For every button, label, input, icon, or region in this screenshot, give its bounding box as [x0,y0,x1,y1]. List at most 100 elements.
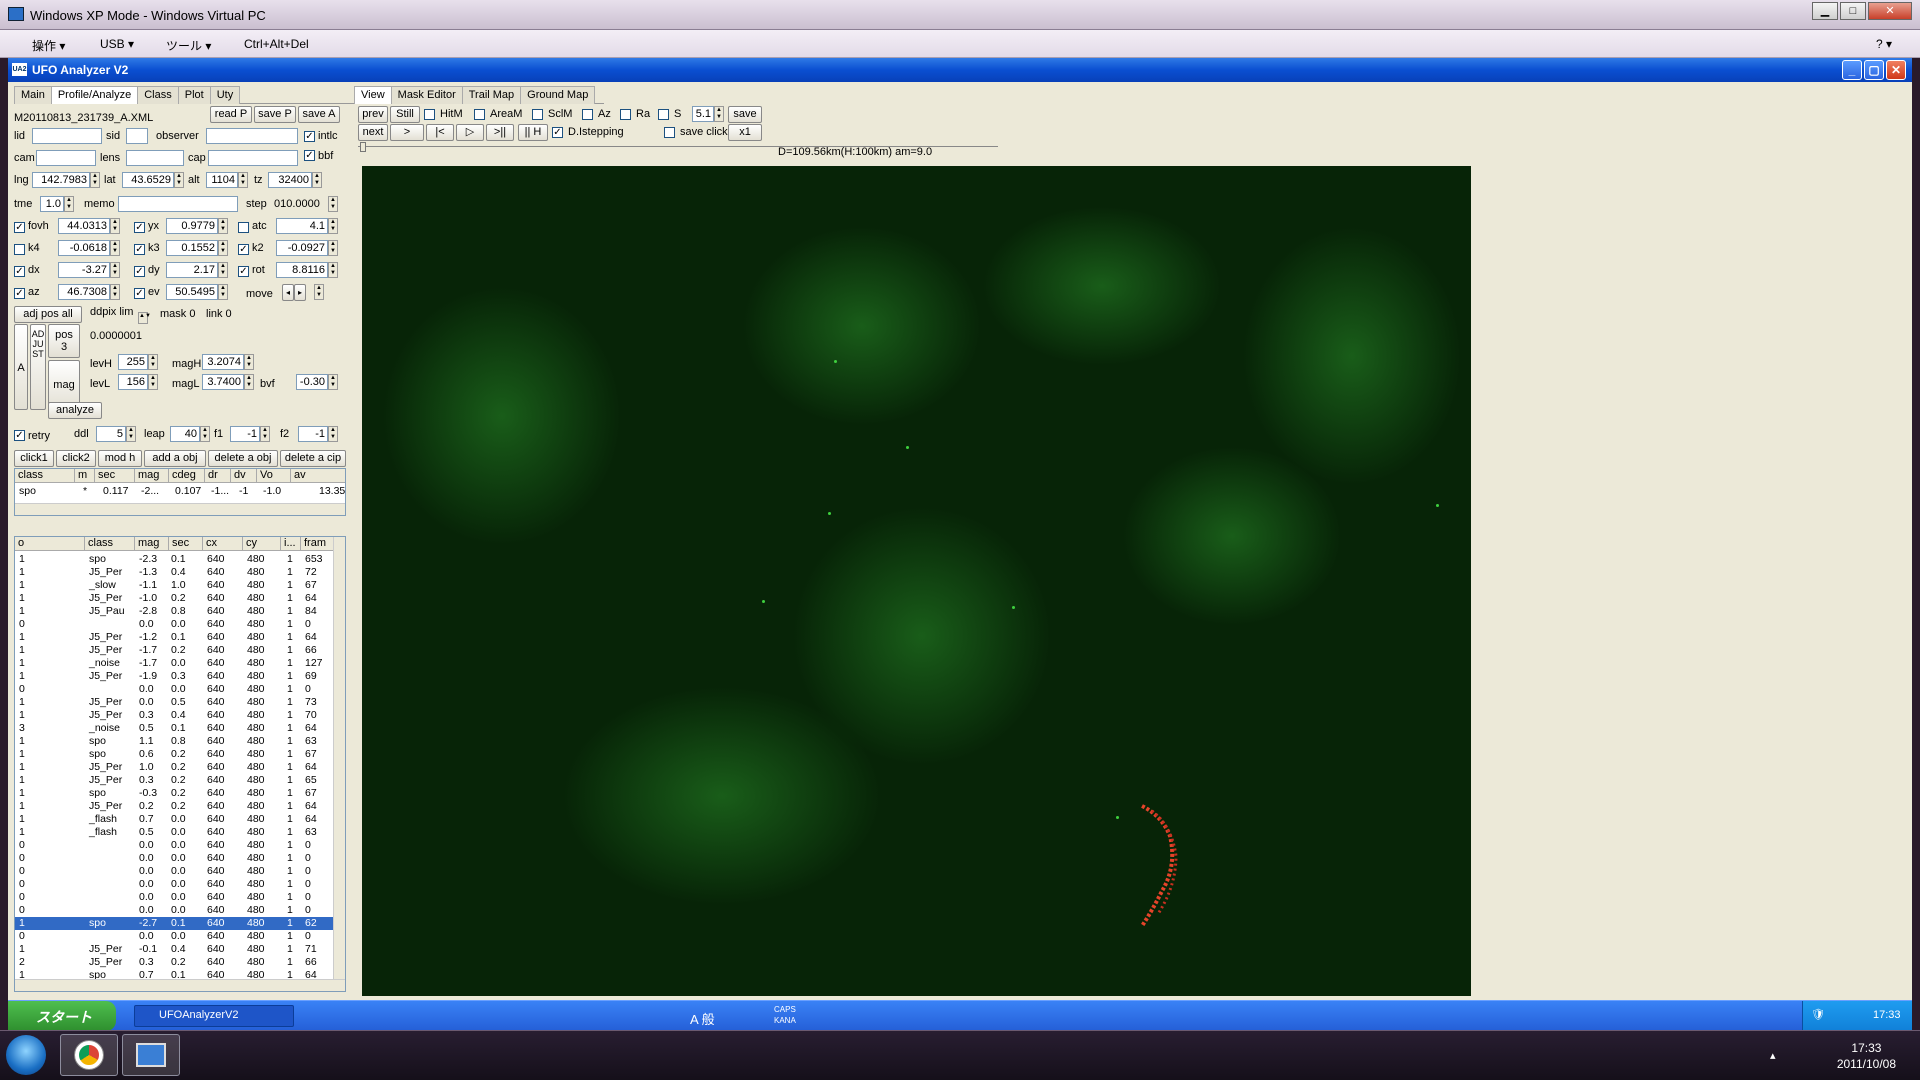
levH-spinner[interactable]: ▲ ▼ [148,354,158,370]
virtual-pc-icon[interactable] [122,1034,180,1076]
table-row[interactable]: 0 0.0 0.0 640 480 1 0 [15,852,345,865]
hold-button[interactable]: || H [518,124,548,141]
table-row[interactable]: 1 spo 0.6 0.2 640 480 1 67 [15,748,345,761]
delete-obj-button[interactable]: delete a obj [208,450,278,467]
k4-checkbox[interactable] [14,244,25,255]
save-a-button[interactable]: save A [298,106,340,123]
lat-spinner[interactable]: ▲ ▼ [174,172,184,188]
tab-mask-editor[interactable]: Mask Editor [390,86,463,104]
lens-field[interactable] [126,150,184,166]
dstepping-checkbox[interactable]: ✓ [552,127,563,138]
table-row[interactable]: 1 J5_Per -0.1 0.4 640 480 1 71 [15,943,345,956]
taskbar-ufoanalyzer[interactable]: UFOAnalyzerV2 [134,1005,294,1027]
table-row[interactable]: 1 _flash 0.7 0.0 640 480 1 64 [15,813,345,826]
horizontal-scrollbar[interactable] [15,503,345,515]
dx-field[interactable]: -3.27 [58,262,110,278]
leap-field[interactable]: 40 [170,426,200,442]
table-row[interactable]: 1 J5_Per -1.7 0.2 640 480 1 66 [15,644,345,657]
chrome-icon[interactable] [60,1034,118,1076]
cam-field[interactable] [36,150,96,166]
tab-main[interactable]: Main [14,86,52,104]
column-header[interactable]: av [291,469,345,483]
tab-trail-map[interactable]: Trail Map [461,86,522,104]
app-close-button[interactable]: ✕ [1886,60,1906,80]
vertical-scrollbar[interactable] [333,537,345,979]
cap-field[interactable] [208,150,298,166]
yx-field[interactable]: 0.9779 [166,218,218,234]
play-button[interactable]: > [390,124,424,141]
retry-checkbox[interactable]: ✓ [14,430,25,441]
ra-checkbox[interactable] [620,109,631,120]
fovh-checkbox[interactable]: ✓ [14,222,25,233]
ddpix-spinner[interactable]: ▲▼ [138,312,151,324]
alt-field[interactable]: 1104 [206,172,238,188]
ddl-field[interactable]: 5 [96,426,126,442]
magL-field[interactable]: 3.7400 [202,374,244,390]
table-row[interactable]: 1 J5_Pau -2.8 0.8 640 480 1 84 [15,605,345,618]
k2-field[interactable]: -0.0927 [276,240,328,256]
fovh-field[interactable]: 44.0313 [58,218,110,234]
levH-field[interactable]: 255 [118,354,148,370]
tz-field[interactable]: 32400 [268,172,312,188]
dy-field[interactable]: 2.17 [166,262,218,278]
table-row[interactable]: 1 J5_Per 1.0 0.2 640 480 1 64 [15,761,345,774]
table-row[interactable]: 0 0.0 0.0 640 480 1 0 [15,891,345,904]
column-header[interactable]: mag [135,537,169,551]
lat-field[interactable]: 43.6529 [122,172,174,188]
ev-spinner[interactable]: ▲ ▼ [218,284,228,300]
ev-field[interactable]: 50.5495 [166,284,218,300]
table-row[interactable]: 1 _slow -1.1 1.0 640 480 1 67 [15,579,345,592]
frame-slider-thumb[interactable] [360,142,366,152]
pos-button[interactable]: pos 3 [48,324,80,358]
ddl-spinner[interactable]: ▲ ▼ [126,426,136,442]
levL-spinner[interactable]: ▲ ▼ [148,374,158,390]
column-header[interactable]: sec [95,469,135,483]
column-header[interactable]: fram [301,537,335,551]
k3-checkbox[interactable]: ✓ [134,244,145,255]
s-checkbox[interactable] [658,109,669,120]
analyze-button[interactable]: analyze [48,402,102,419]
atc-field[interactable]: 4.1 [276,218,328,234]
table-row[interactable]: 1 spo 1.1 0.8 640 480 1 63 [15,735,345,748]
sid-field[interactable] [126,128,148,144]
menu-action[interactable]: 操作 ▾ [32,37,65,54]
magH-spinner[interactable]: ▲ ▼ [244,354,254,370]
tab-uty[interactable]: Uty [209,86,241,104]
lng-field[interactable]: 142.7983 [32,172,90,188]
table-row[interactable]: 2 J5_Per 0.3 0.2 640 480 1 66 [15,956,345,969]
table-row[interactable]: 0 0.0 0.0 640 480 1 0 [15,839,345,852]
leap-spinner[interactable]: ▲ ▼ [200,426,210,442]
bbf-checkbox[interactable]: ✓ [304,150,315,161]
table-row[interactable]: 0 0.0 0.0 640 480 1 0 [15,618,345,631]
table-row[interactable]: 1 spo -0.3 0.2 640 480 1 67 [15,787,345,800]
save-p-button[interactable]: save P [254,106,296,123]
column-header[interactable]: dv [231,469,257,483]
column-header[interactable]: mag [135,469,169,483]
mod-h-button[interactable]: mod h [98,450,142,467]
atc-spinner[interactable]: ▲ ▼ [328,218,338,234]
shield-icon[interactable]: 🛡 [1811,1008,1825,1021]
aream-checkbox[interactable] [474,109,485,120]
table-row[interactable]: 1 J5_Per -1.3 0.4 640 480 1 72 [15,566,345,579]
last-frame-button[interactable]: >|| [486,124,514,141]
menu-usb[interactable]: USB ▾ [100,37,134,51]
rot-field[interactable]: 8.8116 [276,262,328,278]
dx-spinner[interactable]: ▲ ▼ [110,262,120,278]
table-row[interactable]: 1 J5_Per 0.2 0.2 640 480 1 64 [15,800,345,813]
fovh-spinner[interactable]: ▲ ▼ [110,218,120,234]
close-button[interactable]: ✕ [1868,2,1912,20]
adj-pos-all-button[interactable]: adj pos all [14,306,82,323]
table-row[interactable]: 0 0.0 0.0 640 480 1 0 [15,683,345,696]
tab-view[interactable]: View [354,86,392,104]
click1-button[interactable]: click1 [14,450,54,467]
tz-spinner[interactable]: ▲ ▼ [312,172,322,188]
table-row[interactable]: 0 0.0 0.0 640 480 1 0 [15,865,345,878]
k4-spinner[interactable]: ▲ ▼ [110,240,120,256]
tab-plot[interactable]: Plot [177,86,211,104]
adjust-button[interactable]: ADJUST [30,324,46,410]
k2-checkbox[interactable]: ✓ [238,244,249,255]
column-header[interactable]: dr [205,469,231,483]
bvf-spinner[interactable]: ▲ ▼ [328,374,338,390]
table-row[interactable]: 1 J5_Per -1.9 0.3 640 480 1 69 [15,670,345,683]
f1-spinner[interactable]: ▲ ▼ [260,426,270,442]
